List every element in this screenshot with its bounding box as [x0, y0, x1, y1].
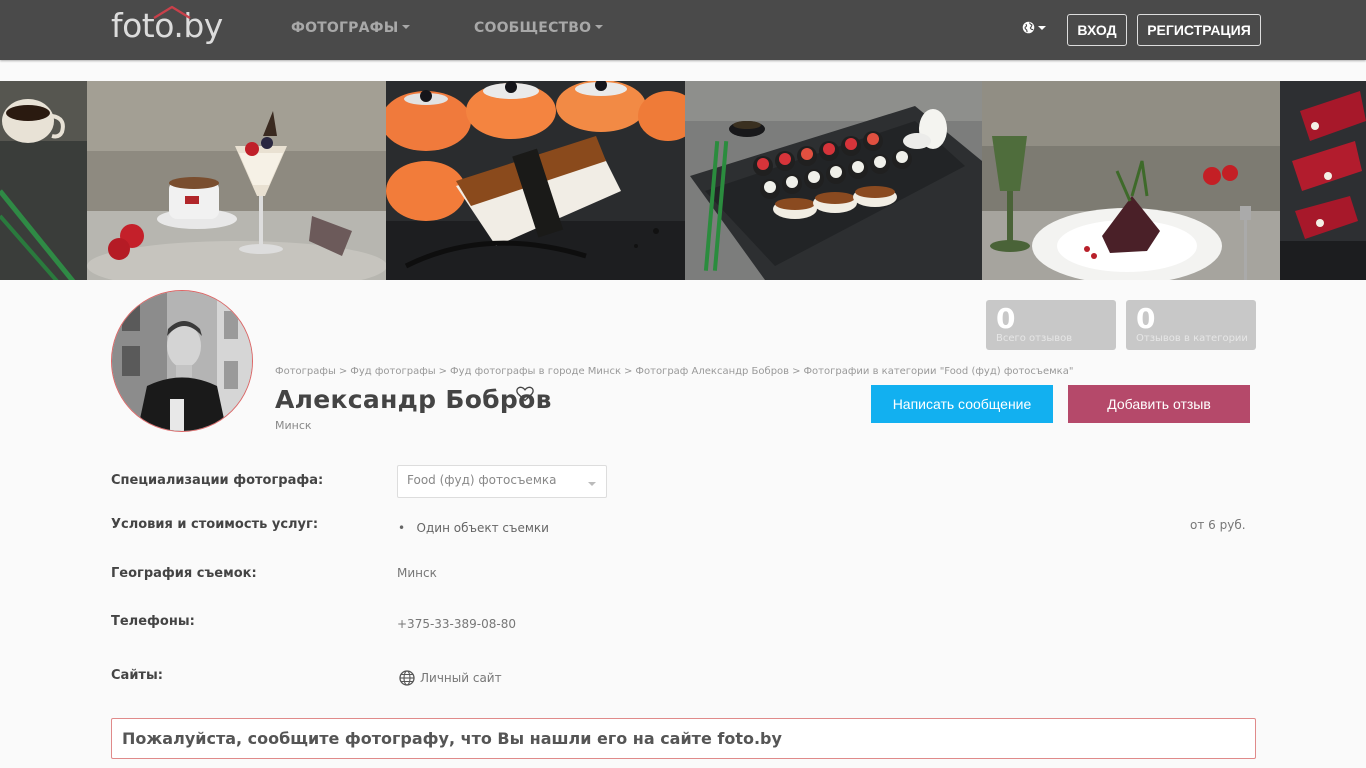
language-menu[interactable]: [1022, 21, 1046, 34]
breadcrumb-item[interactable]: Фуд фотографы в городе Минск: [450, 366, 621, 377]
phone-value[interactable]: +375-33-389-08-80: [397, 617, 516, 631]
house-roof-icon: [153, 5, 191, 19]
nav-photographers-label: ФОТОГРАФЫ: [291, 20, 399, 36]
banner-photo[interactable]: [685, 81, 982, 280]
photographer-name: Александр Бобров: [275, 385, 552, 414]
pricing-label: Условия и стоимость услуг:: [111, 517, 319, 532]
nav-community[interactable]: СООБЩЕСТВО: [474, 20, 604, 36]
chevron-down-icon: [595, 25, 604, 29]
geography-label: География съемок:: [111, 566, 257, 581]
site-logo[interactable]: foto.by: [111, 5, 223, 46]
nav-photographers[interactable]: ФОТОГРАФЫ: [291, 20, 411, 36]
chevron-down-icon: [402, 25, 411, 29]
specialization-select[interactable]: Food (фуд) фотосъемка: [397, 465, 607, 498]
stat-category-reviews: 0 Отзывов в категории: [1126, 300, 1256, 350]
stat-value: 0: [1136, 302, 1156, 335]
banner-photo[interactable]: [87, 81, 386, 280]
banner-photo[interactable]: [386, 81, 685, 280]
breadcrumb-separator: >: [792, 366, 801, 377]
stat-label: Отзывов в категории: [1136, 333, 1248, 344]
breadcrumb: Фотографы > Фуд фотографы > Фуд фотографы в …: [275, 366, 1073, 377]
banner-photo[interactable]: [982, 81, 1280, 280]
specialization-selected: Food (фуд) фотосъемка: [407, 473, 557, 487]
phones-label: Телефоны:: [111, 614, 195, 629]
breadcrumb-separator: >: [338, 366, 348, 377]
breadcrumb-item[interactable]: Фотограф Александр Бобров: [635, 366, 789, 377]
chevron-down-icon: [1038, 25, 1046, 30]
pricing-item: • Один объект съемки: [398, 521, 549, 535]
banner-photo[interactable]: [1280, 81, 1366, 280]
stat-value: 0: [996, 302, 1016, 335]
chevron-down-icon: [588, 482, 596, 486]
photo-banner: [0, 81, 1366, 280]
personal-site-link[interactable]: Личный сайт: [399, 670, 502, 686]
specializations-label: Специализации фотографа:: [111, 473, 324, 488]
breadcrumb-separator: >: [438, 366, 448, 377]
add-review-button[interactable]: Добавить отзыв: [1068, 385, 1250, 423]
top-navbar: foto.by ФОТОГРАФЫ СООБЩЕСТВО ВХОД РЕГИСТ…: [0, 0, 1366, 60]
globe-icon: [1022, 21, 1035, 34]
breadcrumb-separator: >: [624, 366, 633, 377]
photographer-city: Минск: [275, 419, 312, 432]
register-button[interactable]: РЕГИСТРАЦИЯ: [1137, 14, 1261, 46]
geography-value: Минск: [397, 566, 437, 580]
write-message-button[interactable]: Написать сообщение: [871, 385, 1053, 423]
breadcrumb-item: Фотографии в категории "Food (фуд) фотос…: [803, 366, 1074, 377]
breadcrumb-item[interactable]: Фуд фотографы: [350, 366, 435, 377]
heart-icon[interactable]: [516, 386, 534, 402]
banner-photo[interactable]: [0, 81, 87, 280]
notice-banner: Пожалуйста, сообщите фотографу, что Вы н…: [111, 718, 1256, 759]
pricing-item-text: Один объект съемки: [416, 521, 549, 535]
stat-total-reviews: 0 Всего отзывов: [986, 300, 1116, 350]
login-button[interactable]: ВХОД: [1067, 14, 1127, 46]
personal-site-label: Личный сайт: [420, 671, 502, 685]
avatar[interactable]: [111, 290, 253, 432]
pricing-price: от 6 руб.: [1190, 518, 1246, 532]
stat-label: Всего отзывов: [996, 333, 1073, 344]
globe-icon: [399, 670, 415, 686]
breadcrumb-item[interactable]: Фотографы: [275, 366, 336, 377]
nav-community-label: СООБЩЕСТВО: [474, 20, 592, 36]
sites-label: Сайты:: [111, 668, 163, 683]
